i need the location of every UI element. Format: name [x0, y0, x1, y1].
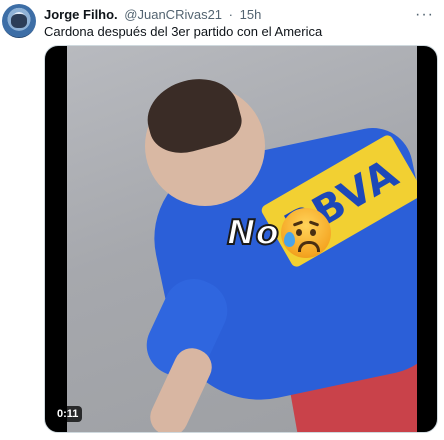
separator-dot: ·: [228, 7, 234, 22]
more-options-icon[interactable]: ···: [415, 6, 434, 24]
author-handle[interactable]: @JuanCRivas21: [124, 7, 222, 22]
video-frame: BBVA No: [67, 46, 417, 432]
tweet-text: Cardona después del 3er partido con el A…: [44, 24, 323, 39]
tweet-header: Jorge Filho. @JuanCRivas21 · 15h: [44, 7, 261, 23]
avatar[interactable]: [2, 4, 36, 38]
author-name[interactable]: Jorge Filho.: [44, 7, 118, 22]
video-player[interactable]: BBVA No 0:11: [44, 45, 438, 433]
tweet-time[interactable]: 15h: [240, 7, 262, 22]
anxious-face-with-sweat-icon: [280, 208, 331, 258]
overlay-text: No: [226, 212, 280, 254]
tweet[interactable]: Jorge Filho. @JuanCRivas21 · 15h ··· Car…: [0, 0, 444, 440]
video-overlay: No: [226, 208, 331, 258]
video-timestamp: 0:11: [53, 406, 83, 422]
